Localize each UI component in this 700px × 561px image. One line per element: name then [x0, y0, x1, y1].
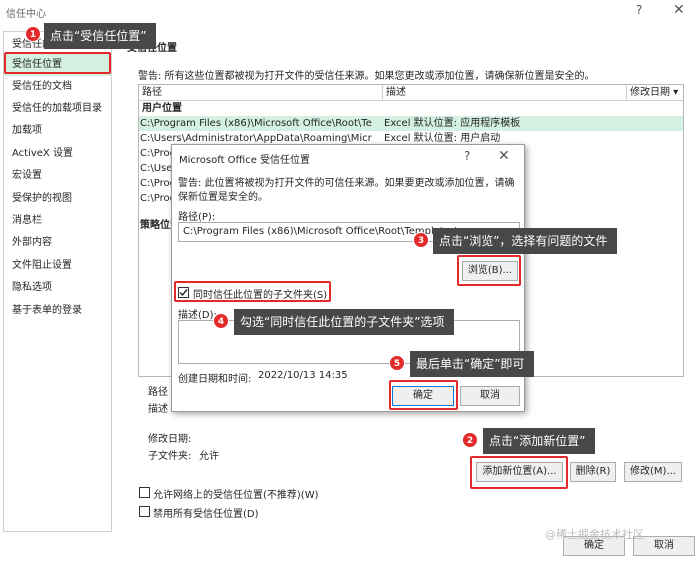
dialog-help-icon[interactable]: ? — [464, 149, 470, 163]
detail-path-label: 路径 — [148, 387, 168, 398]
detail-desc-label: 描述 — [148, 404, 168, 415]
created-label: 创建日期和时间: — [178, 374, 252, 385]
path-label: 路径(P): — [178, 212, 216, 223]
step-4-badge: 4 — [213, 313, 229, 329]
allow-network-label: 允许网络上的受信任位置(不推荐)(W) — [153, 490, 319, 501]
step-1-callout: 点击“受信任位置” — [44, 23, 157, 49]
window-title: 信任中心 — [6, 9, 46, 20]
step-3-badge: 3 — [413, 232, 429, 248]
sidebar-item-form-login[interactable]: 基于表单的登录 — [4, 300, 111, 322]
highlight-add-location — [470, 456, 568, 489]
sidebar-item-protected-view[interactable]: 受保护的视图 — [4, 188, 111, 210]
column-header-path[interactable]: 路径 — [139, 85, 383, 101]
sidebar-item-privacy[interactable]: 隐私选项 — [4, 277, 111, 299]
watermark: @稀土掘金技术社区 — [545, 528, 644, 541]
disable-all-checkbox[interactable] — [139, 506, 150, 517]
sidebar-item-external-content[interactable]: 外部内容 — [4, 232, 111, 254]
help-icon[interactable]: ? — [636, 3, 642, 17]
dialog-close-icon[interactable]: ✕ — [498, 148, 510, 164]
highlight-trusted-locations — [4, 52, 111, 74]
step-4-callout: 勾选“同时信任此位置的子文件夹”选项 — [234, 309, 455, 335]
row-desc: Excel 默认位置: 应用程序模板 — [384, 118, 521, 129]
highlight-dialog-ok — [389, 380, 458, 410]
column-header-date[interactable]: 修改日期 ▾ — [627, 85, 683, 101]
group-header: 用户位置 — [139, 101, 683, 116]
sidebar-item-trusted-documents[interactable]: 受信任的文档 — [4, 76, 111, 98]
sidebar-item-file-block[interactable]: 文件阻止设置 — [4, 255, 111, 277]
table-row[interactable]: C:\Program Files (x86)\Microsoft Office\… — [139, 116, 683, 131]
sidebar-item-addin-catalogs[interactable]: 受信任的加载项目录 — [4, 98, 111, 120]
remove-button[interactable]: 删除(R) — [570, 462, 616, 482]
row-path: C:\Program Files (x86)\Microsoft Office\… — [140, 118, 372, 129]
step-1-badge: 1 — [25, 26, 41, 42]
date-label: 修改日期: — [148, 434, 192, 445]
sidebar: 受信任的发布者 受信任位置 受信任的文档 受信任的加载项目录 加载项 Activ… — [3, 31, 112, 532]
subfolder-label: 子文件夹: — [148, 451, 192, 462]
warning-text: 警告: 所有这些位置都被视为打开文件的受信任来源。如果您更改或添加位置，请确保新… — [138, 71, 595, 82]
desc-label: 描述(D): — [178, 310, 217, 321]
disable-all-label: 禁用所有受信任位置(D) — [153, 509, 259, 520]
sidebar-item-macro[interactable]: 宏设置 — [4, 165, 111, 187]
sidebar-item-addins[interactable]: 加载项 — [4, 120, 111, 142]
modify-button[interactable]: 修改(M)... — [624, 462, 682, 482]
group-user-label: 用户位置 — [142, 103, 182, 114]
highlight-subfolder-checkbox — [174, 281, 331, 302]
close-icon[interactable]: ✕ — [673, 2, 685, 18]
sidebar-item-activex[interactable]: ActiveX 设置 — [4, 143, 111, 165]
created-value: 2022/10/13 14:35 — [258, 370, 348, 381]
dialog-warning: 警告: 此位置将被视为打开文件的可信任来源。如果要更改或添加位置，请确保新位置是… — [178, 178, 515, 203]
column-header-description[interactable]: 描述 — [383, 85, 627, 101]
step-2-badge: 2 — [462, 432, 478, 448]
row-path: C:\Use — [140, 163, 173, 174]
highlight-browse — [457, 255, 521, 286]
step-2-callout: 点击“添加新位置” — [483, 428, 596, 454]
allow-network-checkbox[interactable] — [139, 487, 150, 498]
step-5-badge: 5 — [389, 355, 405, 371]
step-5-callout: 最后单击“确定”即可 — [410, 351, 535, 377]
dialog-title: Microsoft Office 受信任位置 — [179, 155, 311, 166]
subfolder-value: 允许 — [199, 451, 219, 462]
sidebar-item-message-bar[interactable]: 消息栏 — [4, 210, 111, 232]
step-3-callout: 点击“浏览”，选择有问题的文件 — [433, 228, 618, 254]
dialog-cancel-button[interactable]: 取消 — [460, 386, 520, 406]
